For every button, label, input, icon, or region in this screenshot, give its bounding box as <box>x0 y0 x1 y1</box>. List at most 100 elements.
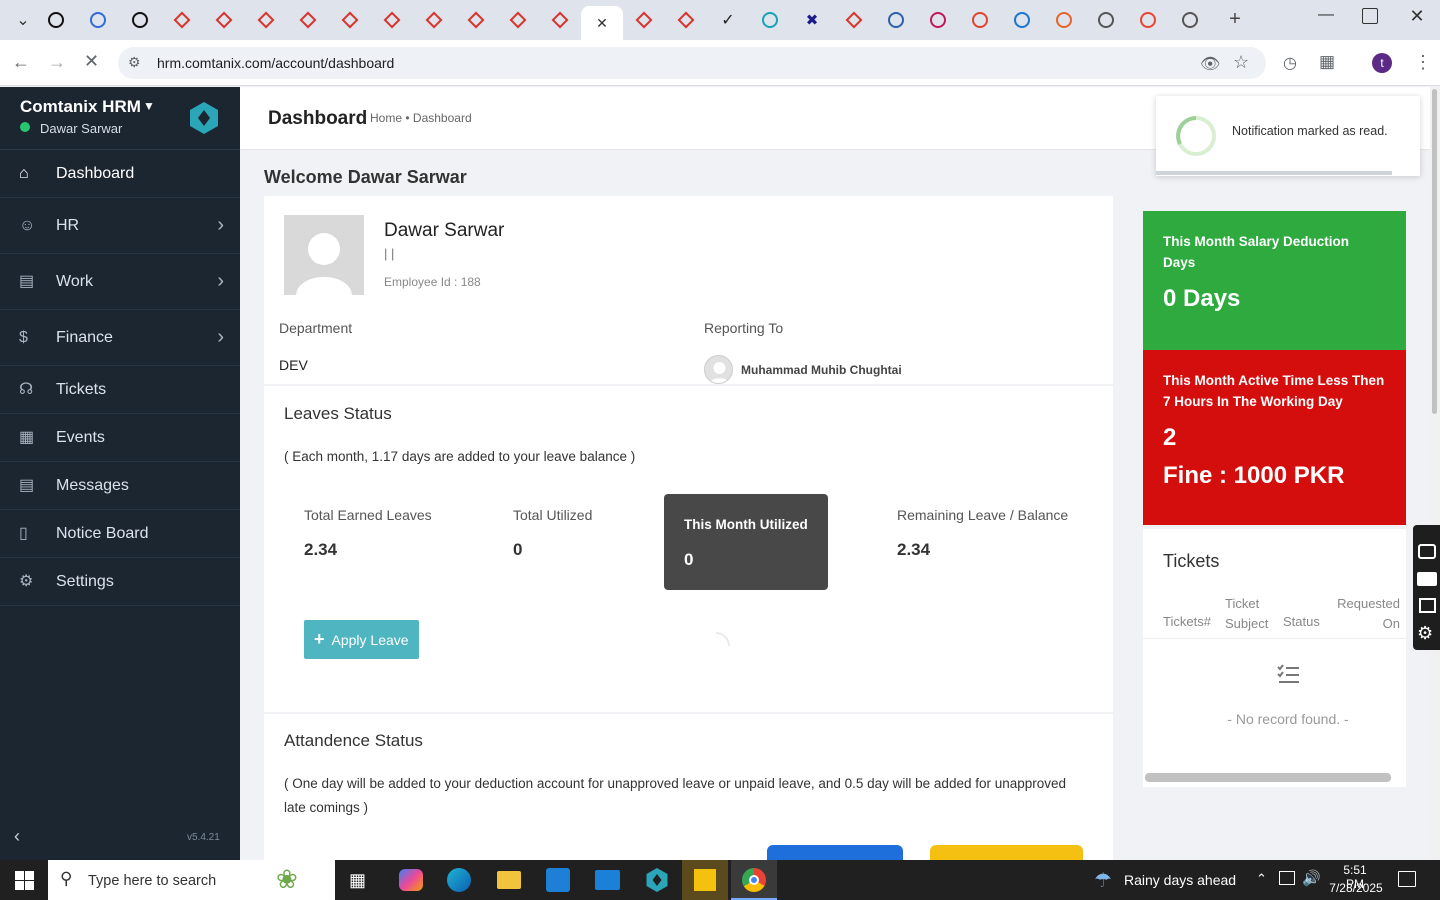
browser-tab[interactable] <box>1085 4 1127 36</box>
browser-tab[interactable] <box>749 4 791 36</box>
tickets-title: Tickets <box>1163 551 1220 571</box>
minimize-button[interactable]: — <box>1314 6 1338 32</box>
comtanix-app-icon[interactable] <box>645 868 669 892</box>
browser-tab[interactable] <box>875 4 917 36</box>
sidebar-item-work[interactable]: ▤ Work › <box>0 254 240 310</box>
stat-label: Remaining Leave / Balance <box>897 507 1069 523</box>
brand-name[interactable]: Comtanix HRM <box>20 97 141 117</box>
camera-icon[interactable] <box>1418 544 1436 559</box>
tracking-blocked-icon[interactable]: 👁 <box>1200 54 1220 74</box>
page-scrollbar-thumb[interactable] <box>1432 89 1437 414</box>
sidebar-item-tickets[interactable]: ☊ Tickets <box>0 366 240 414</box>
browser-tab[interactable] <box>161 4 203 36</box>
sidebar-item-events[interactable]: ▦ Events <box>0 414 240 462</box>
chevron-down-icon[interactable]: ▼ <box>143 99 155 113</box>
sidebar-item-label: Notice Board <box>56 524 149 542</box>
url-text[interactable]: hrm.comtanix.com/account/dashboard <box>157 55 394 71</box>
new-tab-button[interactable]: + <box>1222 8 1248 32</box>
browser-tab[interactable] <box>1043 4 1085 36</box>
browser-tab[interactable] <box>371 4 413 36</box>
gear-icon[interactable]: ⚙ <box>1417 623 1433 644</box>
tray-chevron-up-icon[interactable]: ⌃ <box>1256 871 1267 887</box>
reporting-to-name[interactable]: Muhammad Muhib Chughtai <box>741 363 902 377</box>
file-explorer-icon[interactable] <box>497 871 521 889</box>
extensions-icon[interactable]: ▦ <box>1319 52 1335 72</box>
video-icon[interactable] <box>1417 572 1437 586</box>
browser-tab[interactable] <box>959 4 1001 36</box>
message-icon: ▤ <box>19 476 35 494</box>
browser-tab[interactable] <box>497 4 539 36</box>
browser-tab[interactable] <box>833 4 875 36</box>
forward-icon[interactable]: → <box>48 52 66 73</box>
collapse-sidebar-icon[interactable]: ‹ <box>14 826 20 847</box>
store-icon[interactable] <box>546 868 570 892</box>
notification-center-icon[interactable] <box>1398 871 1416 887</box>
browser-tab[interactable] <box>203 4 245 36</box>
chrome-icon-center <box>749 875 759 885</box>
attendance-button-blue[interactable] <box>767 845 903 860</box>
apply-leave-label: Apply Leave <box>331 631 409 648</box>
red-diamond-icon <box>383 11 401 29</box>
windows-start-icon[interactable] <box>15 871 34 890</box>
clock-date[interactable]: 7/28/2025 <box>1326 881 1386 895</box>
globe-icon <box>1098 12 1114 28</box>
maximize-button[interactable] <box>1362 8 1378 24</box>
sidebar-item-messages[interactable]: ▤ Messages <box>0 462 240 510</box>
breadcrumb-home[interactable]: Home <box>370 111 402 125</box>
browser-tab[interactable] <box>329 4 371 36</box>
browser-tab[interactable] <box>287 4 329 36</box>
browser-tab[interactable] <box>623 4 665 36</box>
browser-tab[interactable] <box>1001 4 1043 36</box>
weather-text[interactable]: Rainy days ahead <box>1124 872 1236 888</box>
browser-tab[interactable] <box>413 4 455 36</box>
close-window-button[interactable]: ✕ <box>1404 6 1430 32</box>
browser-tab[interactable] <box>455 4 497 36</box>
browser-tab[interactable] <box>1169 4 1211 36</box>
sidebar-item-notice-board[interactable]: ▯ Notice Board <box>0 510 240 558</box>
welcome-heading: Welcome Dawar Sarwar <box>264 167 467 187</box>
sidebar-item-dashboard[interactable]: ⌂ Dashboard <box>0 150 240 198</box>
task-view-icon[interactable]: ▦ <box>349 870 366 891</box>
browser-menu-icon[interactable]: ⋮ <box>1414 52 1432 73</box>
browser-tab[interactable]: ✓ <box>707 4 749 36</box>
volume-icon[interactable]: 🔊 <box>1302 869 1321 887</box>
copy-icon[interactable] <box>1419 598 1436 613</box>
browser-tab-active[interactable]: ✕ <box>581 6 623 40</box>
bookmark-star-icon[interactable]: ☆ <box>1233 52 1249 73</box>
breadcrumb: Home • Dashboard <box>370 111 472 125</box>
network-icon[interactable] <box>1279 871 1295 885</box>
stat-value: 2.34 <box>304 540 338 559</box>
gmail-icon <box>1140 12 1156 28</box>
stop-loading-icon[interactable]: ✕ <box>84 51 99 72</box>
weather-icon[interactable]: ☂ <box>1094 868 1112 893</box>
tickets-scrollbar[interactable] <box>1145 773 1391 782</box>
apply-leave-button[interactable]: + Apply Leave <box>304 620 419 659</box>
mail-icon[interactable] <box>595 870 620 890</box>
site-info-icon[interactable]: ⚙ <box>128 54 141 71</box>
browser-tab[interactable] <box>119 4 161 36</box>
browser-tab[interactable] <box>665 4 707 36</box>
browser-tab[interactable] <box>917 4 959 36</box>
sidebar-item-label: Dashboard <box>56 164 135 182</box>
sidebar-item-finance[interactable]: $ Finance › <box>0 310 240 366</box>
browser-tab[interactable] <box>539 4 581 36</box>
browser-tab[interactable] <box>35 4 77 36</box>
edge-icon[interactable] <box>447 868 471 892</box>
back-icon[interactable]: ← <box>12 52 30 73</box>
browser-tab[interactable] <box>77 4 119 36</box>
taskbar-search-box[interactable]: ⚲ Type here to search ❀ <box>48 860 335 900</box>
close-icon[interactable]: ✕ <box>596 15 608 32</box>
toast-notification[interactable]: Notification marked as read. <box>1156 96 1420 176</box>
sidebar-item-settings[interactable]: ⚙ Settings <box>0 558 240 606</box>
red-diamond-icon <box>635 11 653 29</box>
browser-tab[interactable]: ✖ <box>791 4 833 36</box>
attendance-button-yellow[interactable] <box>930 845 1083 860</box>
tickets-header-divider <box>1143 638 1406 639</box>
translate-icon[interactable]: ◷ <box>1283 53 1297 73</box>
browser-tab[interactable] <box>245 4 287 36</box>
red-diamond-icon <box>467 11 485 29</box>
browser-tab[interactable] <box>1127 4 1169 36</box>
copilot-icon[interactable] <box>399 869 423 891</box>
profile-avatar[interactable]: t <box>1372 53 1392 73</box>
sidebar-item-hr[interactable]: ☺ HR › <box>0 198 240 254</box>
